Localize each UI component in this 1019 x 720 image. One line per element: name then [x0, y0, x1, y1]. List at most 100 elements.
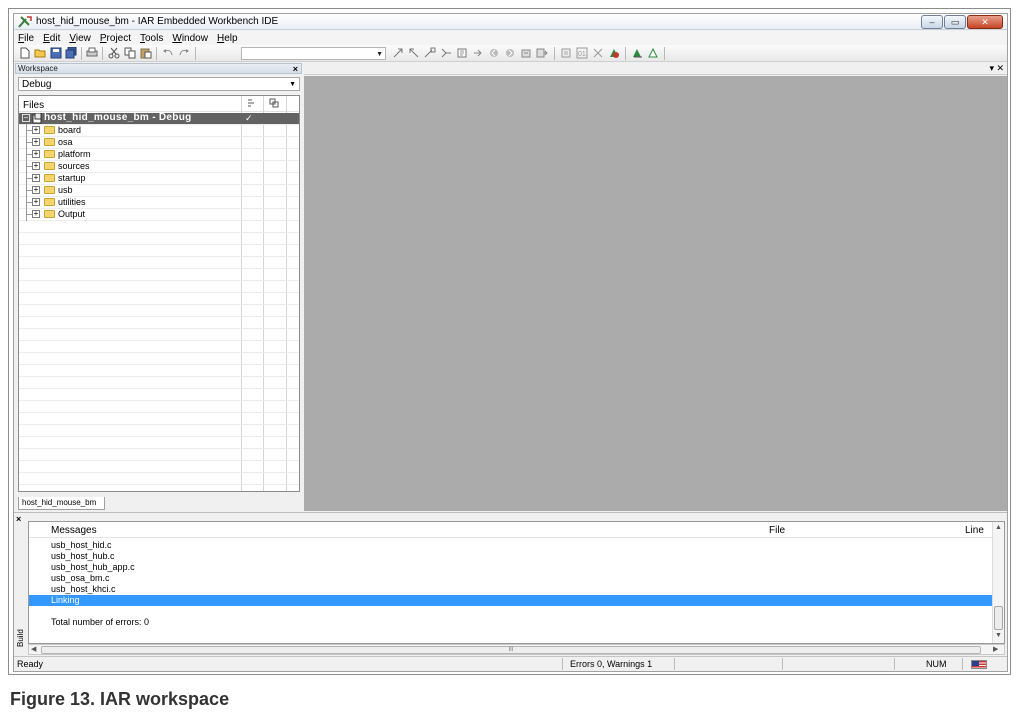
- next-bookmark-icon[interactable]: [472, 47, 484, 59]
- debug-without-download-icon[interactable]: [631, 47, 643, 59]
- tree-folder-utilities[interactable]: + utilities: [19, 197, 299, 208]
- compile-status-column-icon[interactable]: [246, 98, 256, 108]
- folder-label: sources: [58, 161, 90, 171]
- cut-icon[interactable]: [108, 47, 120, 59]
- menu-project[interactable]: Project: [100, 33, 131, 44]
- stop-build-icon[interactable]: [560, 47, 572, 59]
- scrollbar-thumb[interactable]: III: [41, 646, 981, 654]
- file-tree[interactable]: Files − host_hid_mouse_bm - Debug ✓ + bo…: [18, 95, 300, 492]
- menu-view[interactable]: View: [69, 33, 91, 44]
- undo-icon[interactable]: [162, 47, 174, 59]
- scrollbar-thumb[interactable]: [994, 606, 1003, 630]
- tree-folder-sources[interactable]: + sources: [19, 161, 299, 172]
- window-controls: – ▭ ✕: [921, 15, 1003, 29]
- save-icon[interactable]: [50, 47, 62, 59]
- folder-icon: [44, 174, 55, 182]
- messages-horizontal-scrollbar[interactable]: ◀ III ▶: [28, 644, 1005, 655]
- tree-folder-startup[interactable]: + startup: [19, 173, 299, 184]
- workspace-header[interactable]: Workspace ×: [15, 63, 302, 74]
- expand-toggle[interactable]: +: [32, 186, 40, 194]
- collapse-toggle[interactable]: −: [22, 114, 30, 122]
- find-in-files-icon[interactable]: [424, 47, 436, 59]
- messages-vertical-scrollbar[interactable]: ▲ ▼: [992, 522, 1004, 643]
- expand-toggle[interactable]: +: [32, 150, 40, 158]
- expand-toggle[interactable]: +: [32, 198, 40, 206]
- message-row[interactable]: usb_host_khci.c: [29, 584, 993, 595]
- find-next-icon[interactable]: [392, 47, 404, 59]
- menu-file[interactable]: File: [18, 33, 34, 44]
- menu-tools[interactable]: Tools: [140, 33, 163, 44]
- tree-folder-osa[interactable]: + osa: [19, 137, 299, 148]
- title-bar[interactable]: host_hid_mouse_bm - IAR Embedded Workben…: [14, 14, 1007, 30]
- scroll-left-icon[interactable]: ◀: [31, 645, 36, 654]
- scroll-right-icon[interactable]: ▶: [993, 645, 998, 654]
- workspace-close-icon[interactable]: ×: [293, 64, 298, 74]
- menu-help[interactable]: Help: [217, 33, 238, 44]
- make-icon[interactable]: [536, 47, 548, 59]
- message-row[interactable]: usb_host_hub.c: [29, 551, 993, 562]
- minimize-button[interactable]: –: [921, 15, 943, 29]
- scroll-up-icon[interactable]: ▲: [995, 524, 1002, 531]
- message-row[interactable]: Total number of errors: 0: [29, 617, 993, 628]
- tree-grid-line: [19, 220, 299, 221]
- open-icon[interactable]: [34, 47, 46, 59]
- close-button[interactable]: ✕: [967, 15, 1003, 29]
- message-row[interactable]: usb_osa_bm.c: [29, 573, 993, 584]
- tree-grid-line: [19, 484, 299, 485]
- build-close-icon[interactable]: ×: [16, 514, 21, 524]
- menu-window[interactable]: Window: [172, 33, 208, 44]
- editor-window-controls[interactable]: ▾ ✕: [989, 63, 1004, 74]
- expand-toggle[interactable]: +: [32, 126, 40, 134]
- workspace-title: Workspace: [18, 64, 58, 73]
- find-combo[interactable]: ▼: [241, 47, 386, 60]
- line-column-header[interactable]: Line: [965, 525, 984, 536]
- message-row[interactable]: usb_host_hid.c: [29, 540, 993, 551]
- toggle-breakpoint-icon[interactable]: 01: [576, 47, 588, 59]
- configuration-dropdown[interactable]: Debug ▼: [18, 77, 300, 91]
- navigate-forward-icon[interactable]: [504, 47, 516, 59]
- us-flag-icon[interactable]: [971, 660, 987, 669]
- new-file-icon[interactable]: [19, 47, 31, 59]
- status-errors-warnings[interactable]: Errors 0, Warnings 1: [570, 659, 652, 669]
- copy-icon[interactable]: [124, 47, 136, 59]
- messages-column-header[interactable]: Messages: [51, 525, 97, 536]
- tree-folder-output[interactable]: + Output: [19, 209, 299, 220]
- toggle-bookmark-icon[interactable]: [456, 47, 468, 59]
- menu-edit[interactable]: Edit: [43, 33, 60, 44]
- tree-folder-platform[interactable]: + platform: [19, 149, 299, 160]
- compile-icon[interactable]: [520, 47, 532, 59]
- svg-text:01: 01: [578, 51, 586, 58]
- expand-toggle[interactable]: +: [32, 174, 40, 182]
- expand-toggle[interactable]: +: [32, 162, 40, 170]
- file-column-header[interactable]: File: [769, 525, 785, 536]
- tree-folder-board[interactable]: + board: [19, 125, 299, 136]
- options-column-icon[interactable]: [269, 98, 279, 108]
- message-row[interactable]: usb_host_hub_app.c: [29, 562, 993, 573]
- tree-folder-usb[interactable]: + usb: [19, 185, 299, 196]
- make-and-restart-icon[interactable]: [647, 47, 659, 59]
- build-messages[interactable]: Messages File Line usb_host_hid.c usb_ho…: [28, 521, 1005, 644]
- go-to-line-icon[interactable]: [440, 47, 452, 59]
- expand-toggle[interactable]: +: [32, 210, 40, 218]
- files-column-header[interactable]: Files: [23, 100, 44, 111]
- workspace-tab[interactable]: host_hid_mouse_bm: [18, 497, 105, 510]
- expand-toggle[interactable]: +: [32, 138, 40, 146]
- navigate-backward-icon[interactable]: [488, 47, 500, 59]
- download-and-debug-icon[interactable]: [608, 47, 620, 59]
- folder-label: platform: [58, 149, 91, 159]
- scroll-down-icon[interactable]: ▼: [995, 632, 1002, 639]
- save-all-icon[interactable]: [65, 47, 77, 59]
- find-previous-icon[interactable]: [408, 47, 420, 59]
- checkmark-icon: ✓: [245, 113, 253, 123]
- toolbar-separator: [664, 47, 665, 60]
- paste-icon[interactable]: [140, 47, 152, 59]
- maximize-button[interactable]: ▭: [944, 15, 966, 29]
- breakpoint-options-icon[interactable]: [592, 47, 604, 59]
- message-row-selected[interactable]: Linking: [29, 595, 993, 606]
- print-icon[interactable]: [86, 47, 98, 59]
- redo-icon[interactable]: [178, 47, 190, 59]
- message-row[interactable]: [29, 606, 993, 617]
- build-side-tab[interactable]: Build: [15, 621, 26, 655]
- editor-area[interactable]: [304, 76, 1007, 511]
- project-root-row[interactable]: − host_hid_mouse_bm - Debug ✓: [19, 113, 299, 124]
